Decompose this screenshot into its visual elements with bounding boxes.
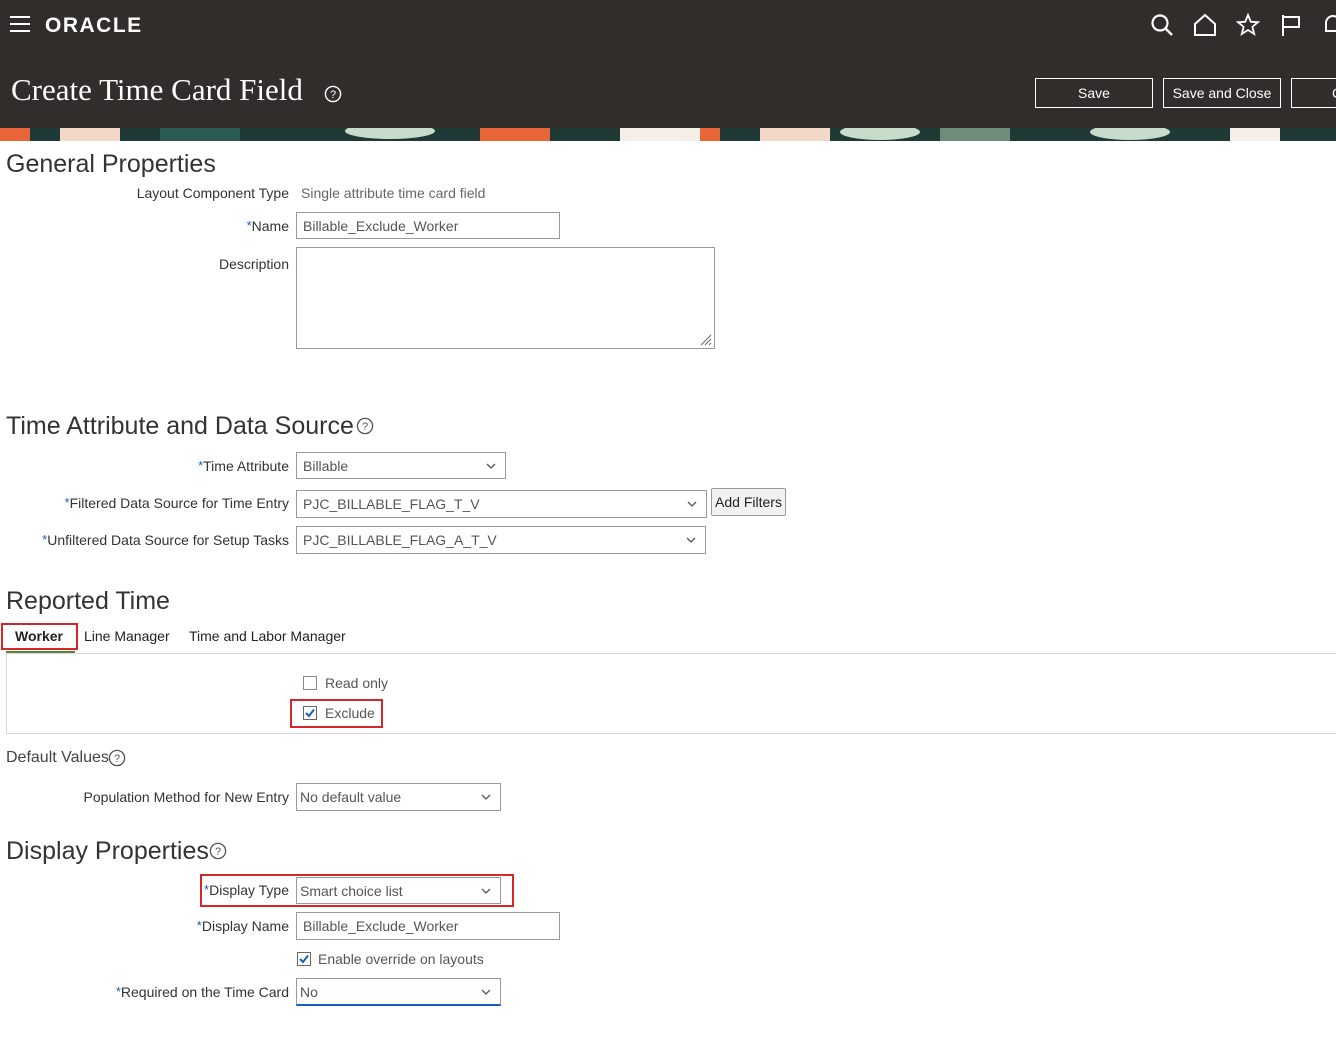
required-on-time-card-label-text: Required on the Time Card xyxy=(120,984,289,1000)
exclude-label: Exclude xyxy=(325,705,375,721)
bell-icon[interactable] xyxy=(1320,12,1336,38)
enable-override-label: Enable override on layouts xyxy=(318,951,484,967)
required-on-time-card-select[interactable]: No xyxy=(296,978,501,1006)
unfiltered-data-source-select[interactable]: PJC_BILLABLE_FLAG_A_T_V xyxy=(296,526,706,554)
star-icon[interactable] xyxy=(1235,12,1261,38)
hamburger-menu-icon[interactable] xyxy=(10,16,30,34)
required-on-time-card-label: *Required on the Time Card xyxy=(116,984,289,1000)
global-header xyxy=(0,0,1336,128)
svg-text:?: ? xyxy=(362,421,368,433)
resize-handle-icon[interactable] xyxy=(700,334,712,346)
exclude-checkbox[interactable] xyxy=(303,706,317,720)
required-on-time-card-value: No xyxy=(300,984,318,1000)
chevron-down-icon xyxy=(481,989,491,995)
add-filters-button[interactable]: Add Filters xyxy=(711,488,786,516)
read-only-checkbox[interactable] xyxy=(303,676,317,690)
general-properties-heading: General Properties xyxy=(6,150,216,178)
svg-text:?: ? xyxy=(215,846,221,858)
display-type-value: Smart choice list xyxy=(300,883,403,899)
unfiltered-data-source-label-text: Unfiltered Data Source for Setup Tasks xyxy=(47,532,289,548)
name-input[interactable]: Billable_Exclude_Worker xyxy=(296,212,560,239)
filtered-data-source-label: *Filtered Data Source for Time Entry xyxy=(65,495,289,511)
layout-type-label: Layout Component Type xyxy=(136,185,289,201)
reported-time-heading: Reported Time xyxy=(6,587,170,615)
default-values-heading: Default Values xyxy=(6,749,109,766)
save-button[interactable]: Save xyxy=(1035,78,1153,108)
page-title: Create Time Card Field xyxy=(11,72,303,107)
time-attribute-select[interactable]: Billable xyxy=(296,452,506,479)
help-circle-icon[interactable]: ? xyxy=(209,842,227,860)
chevron-down-icon xyxy=(481,888,491,894)
population-method-label: Population Method for New Entry xyxy=(83,789,289,805)
display-type-label-text: Display Type xyxy=(209,882,289,898)
tab-time-and-labor-manager[interactable]: Time and Labor Manager xyxy=(189,628,346,644)
tab-worker[interactable]: Worker xyxy=(15,628,63,644)
display-properties-heading: Display Properties xyxy=(6,837,209,865)
flag-icon[interactable] xyxy=(1278,12,1304,38)
filtered-data-source-select[interactable]: PJC_BILLABLE_FLAG_T_V xyxy=(296,490,707,518)
svg-text:?: ? xyxy=(114,753,120,765)
help-circle-icon[interactable]: ? xyxy=(356,417,374,435)
filtered-data-source-label-text: Filtered Data Source for Time Entry xyxy=(69,495,289,511)
description-textarea[interactable] xyxy=(296,247,715,349)
time-attribute-heading: Time Attribute and Data Source xyxy=(6,412,354,440)
home-icon[interactable] xyxy=(1192,12,1218,38)
name-label: *Name xyxy=(247,218,289,234)
chevron-down-icon xyxy=(686,537,696,543)
checkmark-icon xyxy=(299,954,309,964)
checkmark-icon xyxy=(305,708,315,718)
tab-line-manager[interactable]: Line Manager xyxy=(84,628,170,644)
read-only-label: Read only xyxy=(325,675,389,691)
time-attribute-value: Billable xyxy=(303,458,349,474)
chevron-down-icon xyxy=(486,463,496,469)
display-type-label: *Display Type xyxy=(204,882,289,898)
tab-panel xyxy=(6,653,1336,734)
display-name-input[interactable]: Billable_Exclude_Worker xyxy=(296,912,560,940)
svg-text:?: ? xyxy=(330,89,336,101)
time-attribute-label: *Time Attribute xyxy=(198,458,289,474)
display-name-label: *Display Name xyxy=(197,918,289,934)
description-label: Description xyxy=(218,256,289,272)
unfiltered-data-source-value: PJC_BILLABLE_FLAG_A_T_V xyxy=(303,532,497,548)
unfiltered-data-source-label: *Unfiltered Data Source for Setup Tasks xyxy=(42,532,289,548)
chevron-down-icon xyxy=(687,501,697,507)
display-name-label-text: Display Name xyxy=(201,918,289,934)
help-circle-icon[interactable]: ? xyxy=(324,85,342,103)
layout-type-value: Single attribute time card field xyxy=(301,185,486,201)
population-method-select[interactable]: No default value xyxy=(296,783,501,811)
oracle-logo[interactable]: ORACLE xyxy=(45,14,143,38)
enable-override-checkbox[interactable] xyxy=(297,952,311,966)
save-and-close-button[interactable]: Save and Close xyxy=(1163,78,1281,108)
chevron-down-icon xyxy=(481,794,491,800)
name-label-text: Name xyxy=(251,218,289,234)
help-circle-icon[interactable]: ? xyxy=(108,749,126,767)
time-attribute-label-text: Time Attribute xyxy=(203,458,289,474)
display-type-select[interactable]: Smart choice list xyxy=(296,877,501,904)
search-icon[interactable] xyxy=(1149,12,1175,38)
population-method-value: No default value xyxy=(300,789,402,805)
filtered-data-source-value: PJC_BILLABLE_FLAG_T_V xyxy=(303,496,480,512)
decorative-banner xyxy=(0,128,1336,141)
cancel-button[interactable]: C xyxy=(1291,78,1336,108)
